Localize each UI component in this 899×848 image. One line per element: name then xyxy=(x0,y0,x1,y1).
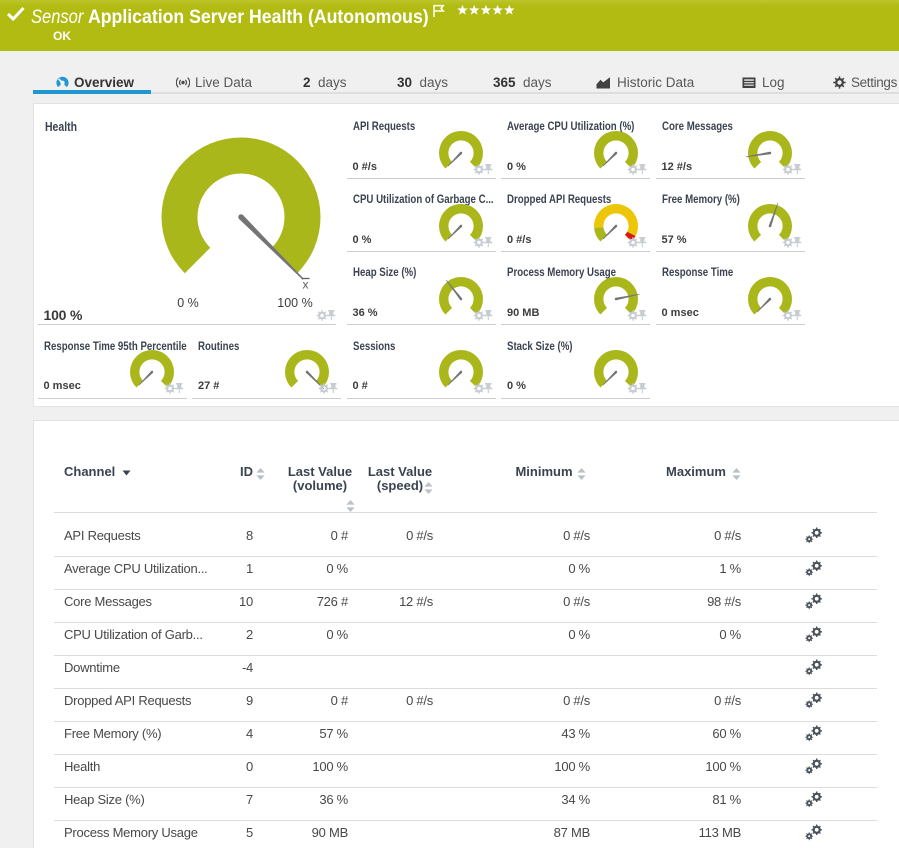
svg-text:x: x xyxy=(302,278,308,292)
